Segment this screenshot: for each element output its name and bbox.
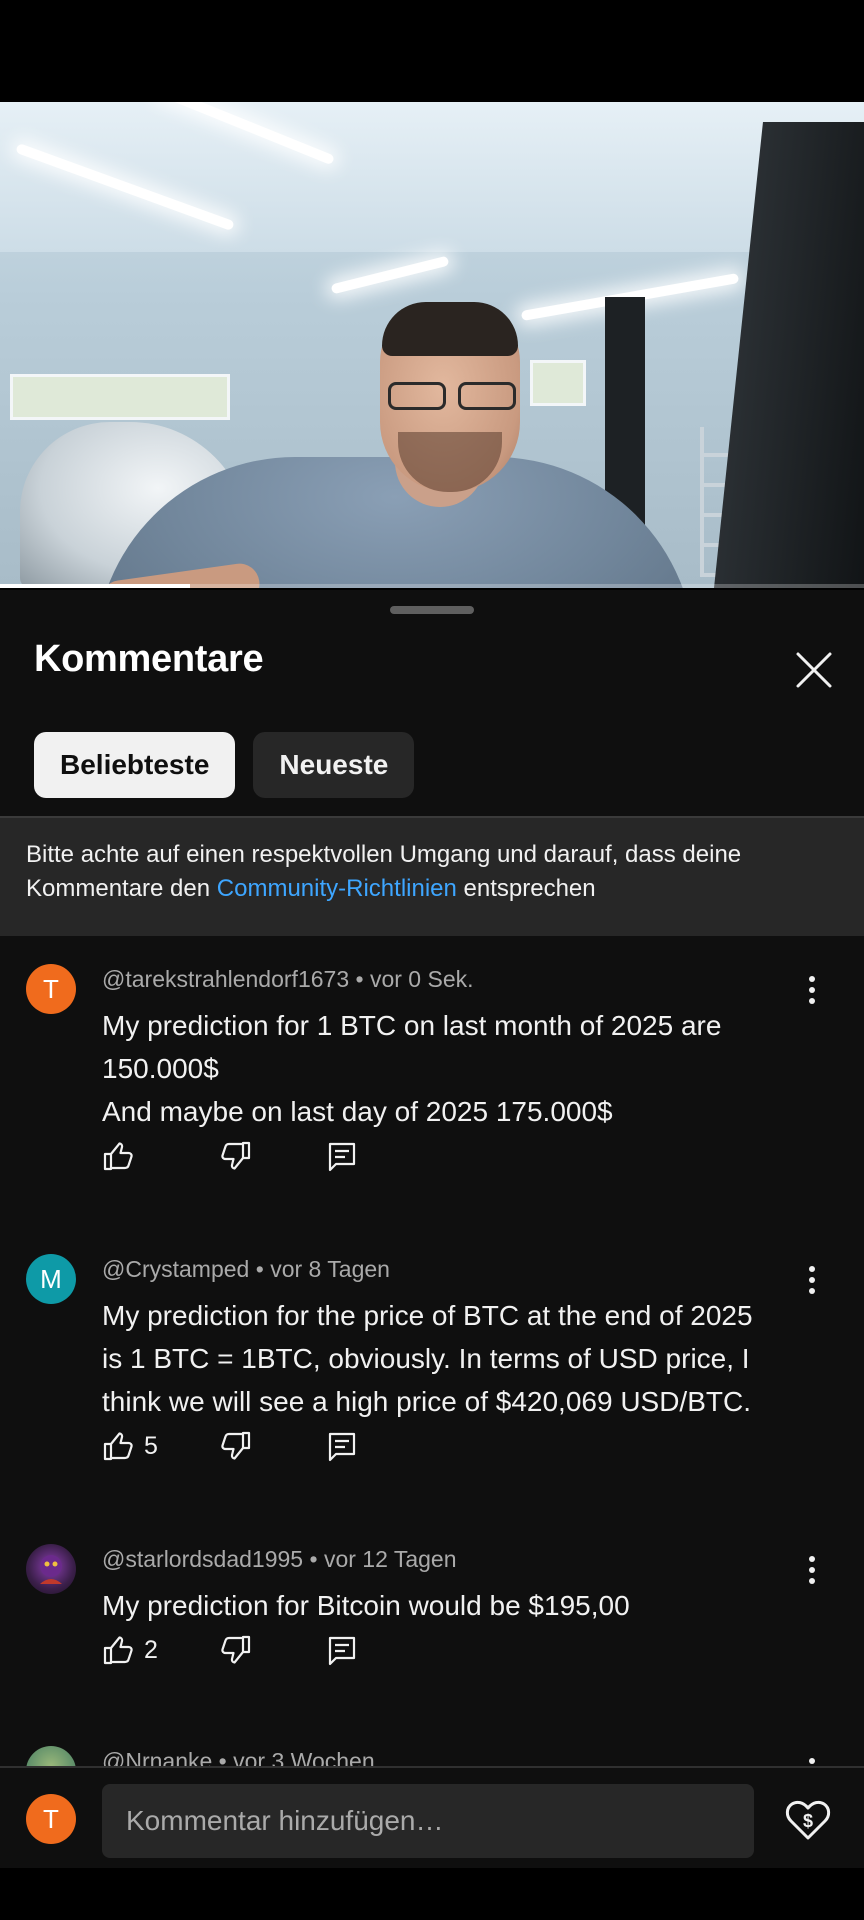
- like-button[interactable]: [102, 1136, 144, 1176]
- comment-menu-button[interactable]: [800, 1260, 824, 1300]
- close-icon: [796, 652, 832, 688]
- tab-top-comments[interactable]: Beliebteste: [34, 732, 236, 798]
- comment-menu-button[interactable]: [800, 1550, 824, 1590]
- comment-author[interactable]: @starlordsdad1995: [102, 1546, 303, 1572]
- reply-button[interactable]: [326, 1136, 358, 1176]
- drag-handle[interactable]: [390, 606, 474, 614]
- like-count: 5: [144, 1431, 158, 1460]
- my-avatar: T: [26, 1794, 76, 1844]
- guideline-text-end: entsprechen: [456, 875, 596, 902]
- more-vert-icon: [809, 1266, 815, 1294]
- community-guideline-notice: Bitte achte auf einen respektvollen Umga…: [0, 816, 864, 936]
- garage-window: [10, 374, 230, 420]
- like-button[interactable]: 5: [102, 1426, 158, 1466]
- video-background: [0, 102, 864, 252]
- avatar[interactable]: T: [26, 964, 76, 1014]
- super-thanks-button[interactable]: $: [784, 1796, 832, 1844]
- thumb-up-icon: [103, 1636, 133, 1665]
- thumb-down-icon: [221, 1431, 251, 1460]
- community-guidelines-link[interactable]: Community-Richtlinien: [217, 875, 457, 902]
- video-player[interactable]: [0, 102, 864, 588]
- comment-composer: T Kommentar hinzufügen… $: [0, 1766, 864, 1868]
- comment-time: vor 8 Tagen: [270, 1256, 390, 1282]
- video-progress-bar[interactable]: [0, 584, 864, 588]
- more-vert-icon: [809, 1556, 815, 1584]
- person-glasses: [388, 382, 528, 412]
- avatar-image-icon: [40, 1555, 62, 1584]
- system-nav-bar: [0, 1868, 864, 1920]
- sort-tabs: Beliebteste Neueste: [34, 732, 415, 798]
- like-count: 2: [144, 1635, 158, 1664]
- thumb-down-icon: [221, 1635, 251, 1664]
- status-bar: [0, 0, 864, 102]
- more-vert-icon: [809, 976, 815, 1004]
- person-hair: [382, 302, 518, 356]
- dislike-button[interactable]: [220, 1630, 252, 1670]
- comment-text: My prediction for the price of BTC at th…: [102, 1300, 753, 1417]
- reply-button[interactable]: [326, 1630, 358, 1670]
- reply-icon: [328, 1142, 356, 1172]
- comment-time: vor 0 Sek.: [369, 966, 474, 992]
- comments-sheet: Kommentare Beliebteste Neueste Bitte ach…: [0, 590, 864, 1867]
- comment-text: My prediction for Bitcoin would be $195,…: [102, 1590, 630, 1621]
- avatar[interactable]: [26, 1544, 76, 1594]
- comment-menu-button[interactable]: [800, 970, 824, 1010]
- reply-icon: [328, 1432, 356, 1462]
- close-button[interactable]: [788, 644, 840, 696]
- reply-button[interactable]: [326, 1426, 358, 1466]
- thumb-up-icon: [103, 1142, 133, 1171]
- dislike-button[interactable]: [220, 1426, 252, 1466]
- avatar[interactable]: M: [26, 1254, 76, 1304]
- dislike-button[interactable]: [220, 1136, 252, 1176]
- svg-text:$: $: [803, 1811, 813, 1831]
- comment-input[interactable]: Kommentar hinzufügen…: [102, 1784, 754, 1858]
- reply-icon: [328, 1636, 356, 1666]
- thumb-up-icon: [103, 1432, 133, 1461]
- tab-newest[interactable]: Neueste: [253, 732, 415, 798]
- comment-text: My prediction for 1 BTC on last month of…: [102, 1010, 722, 1127]
- video-progress-fill: [0, 584, 191, 588]
- thumb-down-icon: [221, 1141, 251, 1170]
- comment-author[interactable]: @Crystamped: [102, 1256, 249, 1282]
- comment-meta: @starlordsdad1995 • vor 12 Tagen: [102, 1546, 457, 1572]
- comment-time: vor 12 Tagen: [323, 1546, 457, 1572]
- ceiling-light: [330, 255, 450, 295]
- sheet-title: Kommentare: [34, 638, 264, 680]
- comment-author[interactable]: @tarekstrahlendorf1673: [102, 966, 349, 992]
- comment-meta: @tarekstrahlendorf1673 • vor 0 Sek.: [102, 966, 474, 992]
- like-button[interactable]: 2: [102, 1630, 158, 1670]
- super-thanks-icon: $: [785, 1800, 831, 1840]
- comment-meta: @Crystamped • vor 8 Tagen: [102, 1256, 390, 1282]
- garage-window: [530, 360, 586, 406]
